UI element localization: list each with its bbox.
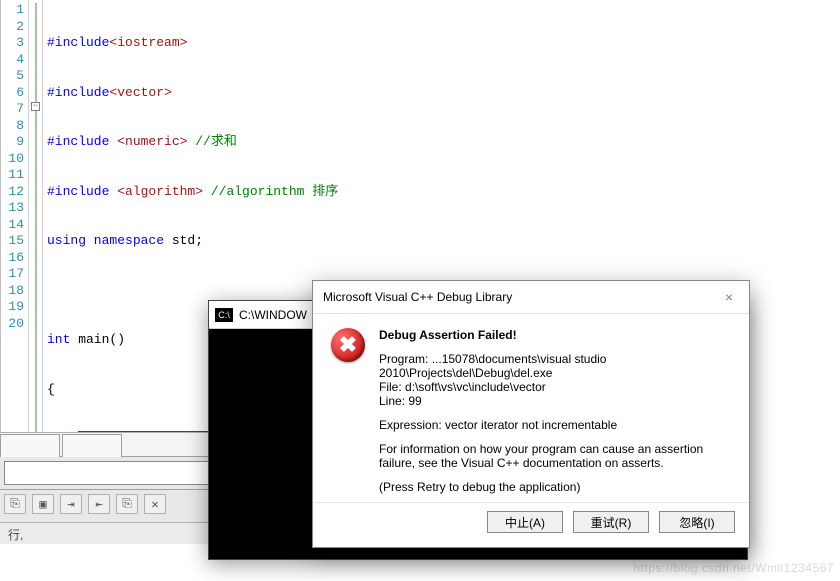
line-number: 20: [1, 316, 24, 333]
line-number-gutter: 1 2 3 4 5 6 7 8 9 10 11 12 13 14 15 16 1…: [1, 0, 29, 432]
line-number: 19: [1, 299, 24, 316]
dialog-button-row: 中止(A) 重试(R) 忽略(I): [313, 502, 749, 547]
retry-button[interactable]: 重试(R): [573, 511, 649, 533]
line-number: 17: [1, 266, 24, 283]
fold-column: −: [29, 0, 43, 432]
line-number: 7: [1, 101, 24, 118]
line-number: 8: [1, 118, 24, 135]
close-icon[interactable]: ×: [719, 289, 739, 305]
toolbar-icon[interactable]: ▣: [32, 494, 54, 514]
line-number: 6: [1, 85, 24, 102]
assertion-heading: Debug Assertion Failed!: [379, 328, 517, 342]
line-number: 3: [1, 35, 24, 52]
line-number: 11: [1, 167, 24, 184]
line-number: 12: [1, 184, 24, 201]
line-number: 9: [1, 134, 24, 151]
assertion-dialog: Microsoft Visual C++ Debug Library × ✖ D…: [312, 280, 750, 548]
bottom-tab[interactable]: [62, 434, 122, 457]
console-title: C:\WINDOW: [239, 308, 307, 322]
toolbar-icon[interactable]: ⎘: [116, 494, 138, 514]
watermark-text: https://blog.csdn.net/Wmll1234567: [633, 561, 834, 575]
toolbar-icon[interactable]: ⇥: [60, 494, 82, 514]
line-number: 15: [1, 233, 24, 250]
cmd-icon: C:\: [215, 308, 233, 322]
ignore-button[interactable]: 忽略(I): [659, 511, 735, 533]
line-number: 2: [1, 19, 24, 36]
toolbar-icon[interactable]: ⎘: [4, 494, 26, 514]
dialog-title: Microsoft Visual C++ Debug Library: [323, 290, 512, 304]
line-number: 5: [1, 68, 24, 85]
line-number: 13: [1, 200, 24, 217]
error-icon: ✖: [331, 328, 365, 362]
fold-toggle-icon[interactable]: −: [31, 102, 40, 111]
line-number: 18: [1, 283, 24, 300]
toolbar-icon[interactable]: ⇤: [88, 494, 110, 514]
line-number: 16: [1, 250, 24, 267]
bottom-tab[interactable]: [0, 434, 60, 457]
line-number: 14: [1, 217, 24, 234]
toolbar-icon[interactable]: ✕: [144, 494, 166, 514]
dialog-message: Debug Assertion Failed! Program: ...1507…: [379, 328, 731, 494]
dialog-titlebar[interactable]: Microsoft Visual C++ Debug Library ×: [313, 281, 749, 314]
line-number: 4: [1, 52, 24, 69]
line-number: 1: [1, 2, 24, 19]
abort-button[interactable]: 中止(A): [487, 511, 563, 533]
line-number: 10: [1, 151, 24, 168]
